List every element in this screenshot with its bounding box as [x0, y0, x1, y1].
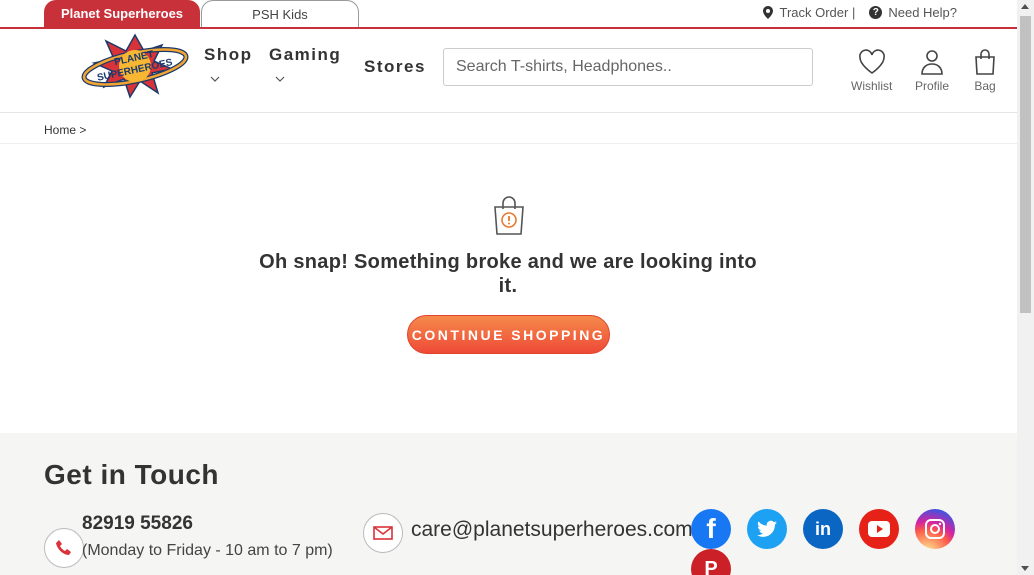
- tab-planet-superheroes[interactable]: Planet Superheroes: [44, 0, 200, 27]
- top-links: Track Order | ? Need Help?: [763, 5, 957, 20]
- need-help-link[interactable]: Need Help?: [888, 5, 957, 20]
- question-circle-icon: ?: [869, 6, 883, 19]
- twitter-icon[interactable]: [747, 509, 787, 549]
- search-input[interactable]: [443, 48, 813, 86]
- phone-icon: [44, 528, 84, 568]
- site-header: PLANET SUPERHEROES Shop Gaming Stores Wi…: [0, 29, 1017, 113]
- heart-icon: [858, 49, 885, 74]
- breadcrumb[interactable]: Home >: [44, 123, 86, 137]
- phone-number[interactable]: 82919 55826: [82, 513, 193, 535]
- phone-hours: (Monday to Friday - 10 am to 7 pm): [82, 542, 333, 559]
- bag-alert-icon: [494, 196, 524, 235]
- nav-stores[interactable]: Stores: [364, 57, 426, 77]
- facebook-icon[interactable]: f: [691, 509, 731, 549]
- profile-button[interactable]: Profile: [915, 49, 949, 93]
- footer-heading: Get in Touch: [44, 459, 220, 490]
- scroll-up-arrow-icon[interactable]: [1021, 4, 1029, 9]
- scrollbar-thumb[interactable]: [1020, 16, 1031, 313]
- top-strip: Planet Superheroes PSH Kids Track Order …: [0, 0, 1017, 29]
- pinterest-icon[interactable]: P: [691, 549, 731, 575]
- tab-psh-kids[interactable]: PSH Kids: [201, 0, 359, 27]
- mail-icon: [363, 513, 403, 553]
- wishlist-label: Wishlist: [851, 79, 893, 93]
- scroll-down-arrow-icon[interactable]: [1021, 566, 1029, 571]
- vertical-scrollbar[interactable]: [1017, 0, 1034, 575]
- profile-label: Profile: [915, 79, 950, 93]
- bag-icon: [975, 49, 995, 75]
- email-link[interactable]: care@planetsuperheroes.com: [411, 518, 706, 542]
- bag-label: Bag: [974, 79, 996, 93]
- continue-shopping-button[interactable]: CONTINUE SHOPPING: [407, 315, 610, 354]
- chevron-down-icon[interactable]: [210, 76, 220, 82]
- error-message: Oh snap! Something broke and we are look…: [259, 251, 757, 297]
- track-order-link[interactable]: Track Order |: [779, 5, 855, 20]
- footer: Get in Touch 82919 55826 (Monday to Frid…: [0, 433, 1017, 575]
- nav-shop[interactable]: Shop: [204, 45, 253, 65]
- wishlist-button[interactable]: Wishlist: [851, 49, 892, 93]
- youtube-icon[interactable]: [859, 509, 899, 549]
- instagram-icon[interactable]: [915, 509, 955, 549]
- breadcrumb-divider: [0, 143, 1017, 144]
- chevron-down-icon[interactable]: [275, 76, 285, 82]
- nav-gaming[interactable]: Gaming: [269, 45, 341, 65]
- bag-button[interactable]: Bag: [973, 49, 997, 93]
- user-icon: [921, 50, 943, 75]
- location-pin-icon: [763, 6, 774, 19]
- linkedin-icon[interactable]: in: [803, 509, 843, 549]
- planet-superheroes-logo[interactable]: PLANET SUPERHEROES: [80, 33, 190, 99]
